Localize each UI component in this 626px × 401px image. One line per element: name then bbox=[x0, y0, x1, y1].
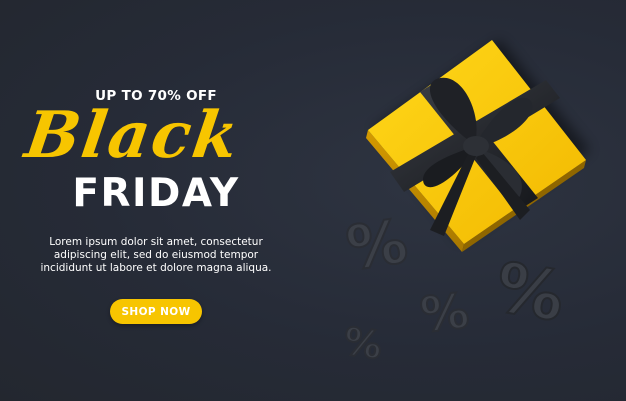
percent-icon: % bbox=[417, 282, 473, 345]
svg-text:%: % bbox=[341, 319, 385, 368]
percent-icon: % bbox=[488, 247, 571, 339]
percent-icon: % bbox=[341, 206, 412, 286]
percent-icon: % bbox=[340, 318, 386, 369]
illustration: % % % % bbox=[340, 40, 590, 369]
svg-text:%: % bbox=[489, 248, 570, 338]
svg-text:%: % bbox=[418, 283, 472, 344]
black-friday-banner: UP TO 70% OFF Black FRIDAY Lorem ipsum d… bbox=[0, 0, 626, 401]
svg-text:%: % bbox=[342, 207, 411, 285]
